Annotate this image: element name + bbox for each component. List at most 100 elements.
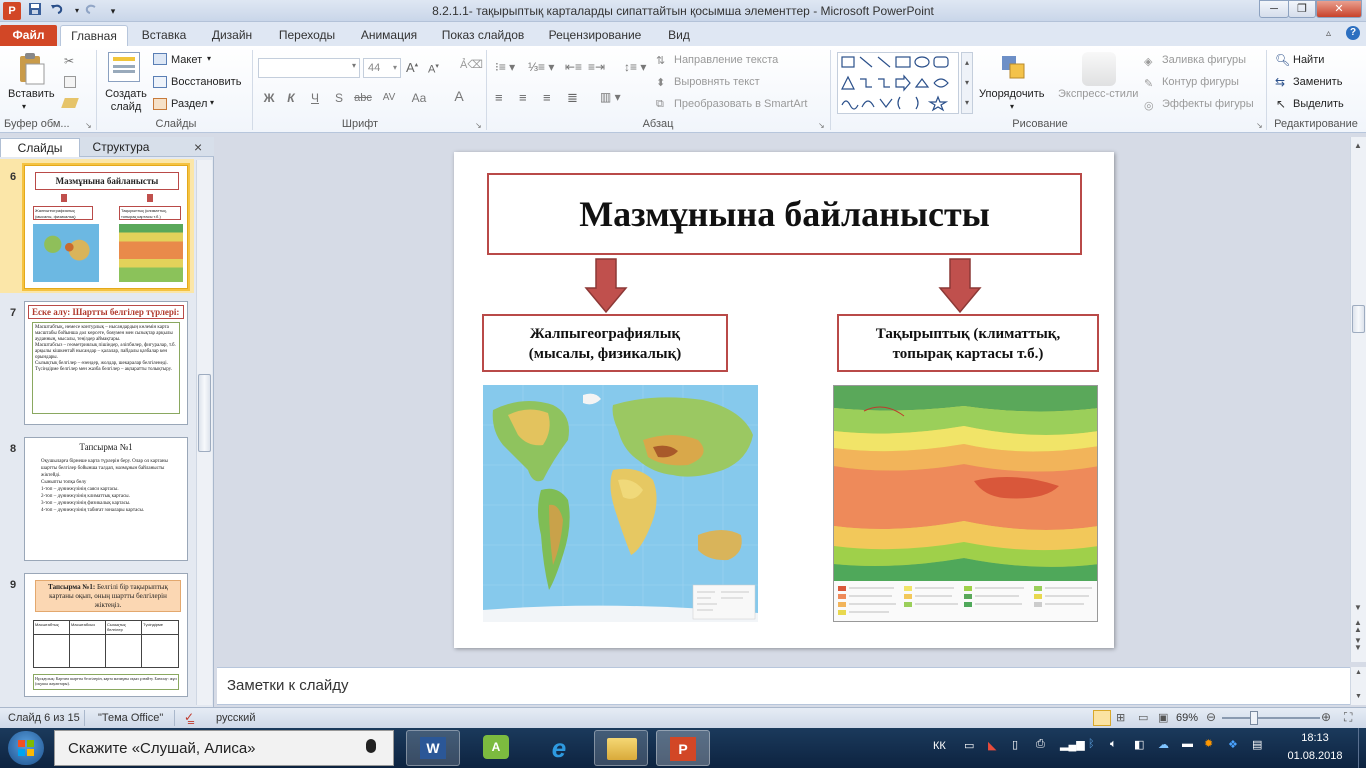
climate-world-map-image[interactable] (833, 385, 1098, 622)
shape-fill-button[interactable]: Заливка фигуры (1162, 54, 1246, 66)
shadow-button[interactable]: S (328, 88, 350, 108)
grow-font-icon[interactable]: A▴ (406, 60, 418, 75)
paste-button[interactable]: Вставить (8, 88, 55, 100)
arrange-icon[interactable] (998, 52, 1032, 86)
columns-icon[interactable]: ▥ ▾ (600, 90, 621, 104)
reset-button[interactable]: Восстановить (171, 76, 241, 88)
justify-icon[interactable]: ≣ (567, 90, 578, 106)
notes-scrollbar[interactable]: ▲ ▼ (1350, 667, 1366, 705)
find-icon[interactable]: 🔍︎ (1275, 53, 1290, 67)
align-text-icon[interactable]: ⬍ (656, 76, 665, 89)
underline-button[interactable]: Ч (304, 88, 326, 108)
text-direction-button[interactable]: Направление текста (674, 54, 778, 66)
shrink-font-icon[interactable]: A▾ (428, 62, 439, 76)
close-pane-icon[interactable]: × (194, 139, 202, 155)
taskbar-explorer[interactable] (594, 730, 648, 766)
tray-device-icon[interactable]: ▯ (1012, 738, 1018, 751)
tray-usb-icon[interactable]: ▬ (1182, 738, 1193, 750)
slide-thumbnail-9[interactable]: Тапсырма №1: Белгілі бір тақырыптық карт… (24, 573, 188, 697)
notes-scroll-arrows[interactable]: ▲ ▼ (1351, 667, 1366, 703)
shape-effects-button[interactable]: Эффекты фигуры (1162, 98, 1254, 110)
font-color-button[interactable]: A (448, 86, 470, 106)
slide-thumbnail-6[interactable]: Мазмұнына байланысты Жалпыгеографиялық (… (22, 163, 190, 291)
tab-view[interactable]: Вид (660, 25, 698, 46)
show-desktop-button[interactable] (1358, 728, 1366, 768)
tray-settings-icon[interactable]: ✹ (1204, 737, 1213, 750)
notes-placeholder[interactable]: Заметки к слайду (227, 677, 349, 694)
drawing-launcher-icon[interactable]: ↘ (1256, 121, 1263, 130)
slide-title[interactable]: Мазмұнына байланысты (487, 173, 1082, 255)
scroll-down-icon[interactable]: ▼ (1354, 603, 1362, 612)
slide-thumbnail-8[interactable]: Тапсырма №1 Оқушыларға бірнеше карта түр… (24, 437, 188, 561)
italic-button[interactable]: К (280, 88, 302, 108)
paste-icon[interactable] (14, 52, 48, 86)
physical-world-map-image[interactable] (483, 385, 758, 622)
tab-slides[interactable]: Слайды (0, 138, 80, 157)
slide-thumbnail-7[interactable]: Еске алу: Шартты белгілер түрлері: Масшт… (24, 301, 188, 425)
font-name-input[interactable]: ▾ (258, 58, 360, 78)
language-indicator[interactable]: КК (933, 740, 946, 752)
microphone-icon[interactable] (366, 739, 376, 753)
tab-insert[interactable]: Вставка (135, 25, 193, 46)
thematic-map-box[interactable]: Тақырыптық (климаттық, топырақ картасы т… (837, 314, 1099, 372)
network-icon[interactable]: ▂▄▆ (1060, 738, 1085, 751)
slide-scrollbar[interactable]: ▲ ▼ ▲ ▲ ▼ ▼ (1350, 137, 1366, 662)
volume-icon[interactable]: 🔈︎ (1110, 738, 1117, 751)
slide-sorter-icon[interactable]: ⊞ (1116, 711, 1125, 724)
arrange-dropdown-icon[interactable]: ▾ (1010, 102, 1014, 111)
previous-slide-icon[interactable]: ▲ ▲ (1354, 619, 1362, 634)
replace-icon[interactable]: ⇆ (1275, 75, 1285, 89)
slideshow-icon[interactable]: ▣ (1158, 711, 1168, 724)
find-button[interactable]: Найти (1293, 54, 1324, 66)
tray-app-icon[interactable]: ◧ (1134, 738, 1144, 751)
zoom-out-icon[interactable]: ⊖ (1206, 710, 1216, 724)
shapes-gallery[interactable] (837, 52, 959, 114)
taskbar-powerpoint[interactable]: P (656, 730, 710, 766)
taskbar-word[interactable]: W (406, 730, 460, 766)
align-text-button[interactable]: Выровнять текст (674, 76, 760, 88)
clock-date[interactable]: 01.08.2018 (1282, 750, 1348, 762)
tray-antivirus-icon[interactable]: ◣ (988, 739, 996, 752)
shape-outline-icon[interactable]: ✎ (1144, 77, 1153, 90)
search-box[interactable]: Скажите «Слушай, Алиса» (54, 730, 394, 766)
thumbnails-scrollbar[interactable] (196, 160, 212, 705)
font-size-input[interactable]: 44 ▾ (363, 58, 401, 78)
numbering-icon[interactable]: ⅓≡ ▾ (528, 60, 554, 74)
select-icon[interactable]: ↖ (1276, 97, 1286, 111)
notes-pane[interactable]: Заметки к слайду (217, 667, 1350, 705)
layout-dropdown-icon[interactable]: ▾ (207, 54, 211, 63)
dropbox-icon[interactable]: ❖ (1228, 738, 1238, 751)
bold-button[interactable]: Ж (258, 88, 280, 108)
smartart-icon[interactable]: ⧉ (656, 98, 664, 111)
zoom-in-icon[interactable]: ⊕ (1321, 710, 1331, 724)
fit-to-window-icon[interactable]: ⛶ (1344, 710, 1352, 725)
change-case-button[interactable]: Aa (408, 88, 430, 108)
zoom-level[interactable]: 69% (1176, 712, 1198, 724)
paragraph-launcher-icon[interactable]: ↘ (818, 121, 825, 130)
paste-dropdown-icon[interactable]: ▾ (22, 102, 26, 111)
next-slide-icon[interactable]: ▼ ▼ (1354, 637, 1362, 652)
section-button[interactable]: Раздел (171, 98, 207, 110)
quick-styles-icon[interactable] (1082, 52, 1116, 86)
close-button[interactable]: ✕ (1316, 0, 1362, 18)
tab-animations[interactable]: Анимация (352, 25, 426, 46)
tray-misc-icon[interactable]: ▤ (1252, 738, 1262, 751)
scroll-up-icon[interactable]: ▲ (1354, 141, 1362, 150)
minimize-ribbon-icon[interactable]: ▵ (1326, 28, 1331, 39)
new-slide-icon[interactable] (108, 52, 140, 82)
shape-outline-button[interactable]: Контур фигуры (1162, 76, 1239, 88)
replace-button[interactable]: Заменить (1293, 76, 1342, 88)
tab-review[interactable]: Рецензирование (540, 25, 650, 46)
arrange-button[interactable]: Упорядочить (979, 88, 1044, 100)
reset-icon[interactable] (153, 76, 167, 88)
tab-file[interactable]: Файл (0, 25, 57, 46)
new-slide-button[interactable]: Создать слайд (104, 88, 148, 114)
reading-view-icon[interactable]: ▭ (1138, 711, 1148, 724)
scroll-thumb[interactable] (198, 374, 211, 452)
restore-button[interactable]: ❐ (1288, 0, 1316, 18)
shape-fill-icon[interactable]: ◈ (1144, 55, 1152, 68)
tray-printer-icon[interactable]: ⎙ (1036, 738, 1045, 751)
clipboard-launcher-icon[interactable]: ↘ (85, 121, 92, 130)
char-spacing-button[interactable]: AV (378, 88, 400, 108)
decrease-indent-icon[interactable]: ⇤≡ (565, 60, 582, 74)
